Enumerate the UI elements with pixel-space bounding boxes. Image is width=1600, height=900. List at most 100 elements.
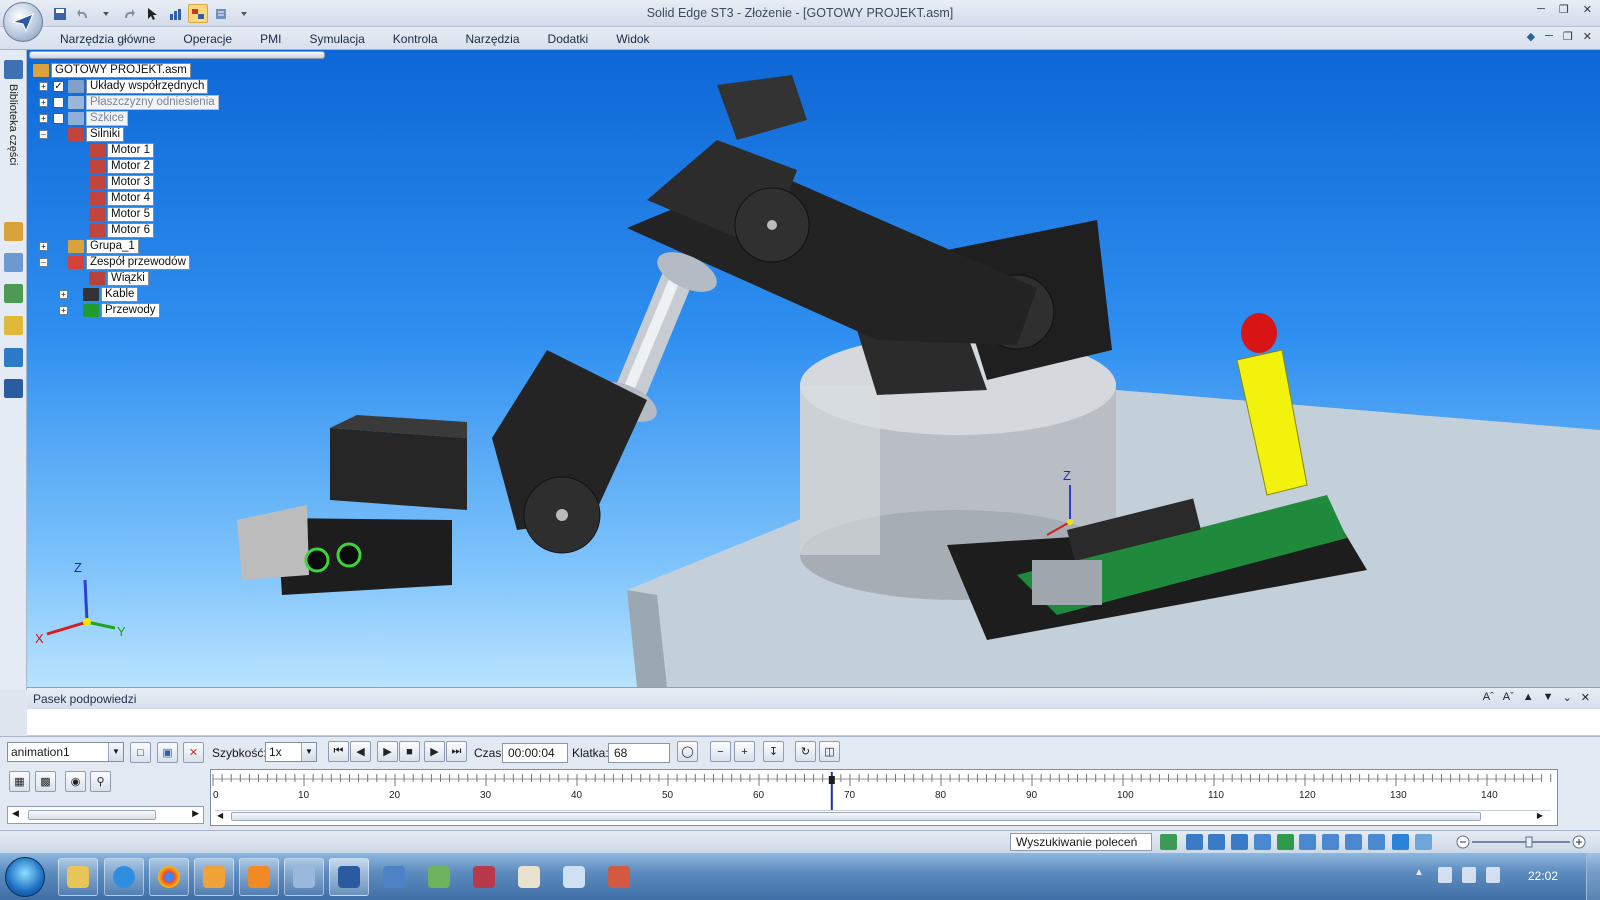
media-task[interactable]	[239, 858, 279, 896]
expand-toggle[interactable]: +	[39, 242, 48, 251]
current-frame-handle[interactable]	[828, 776, 835, 784]
tree-item-kable[interactable]: + Kable	[59, 287, 139, 302]
tree-item-plaszczyzny[interactable]: + Płaszczyzny odniesienia	[39, 95, 219, 110]
new-animation-button[interactable]: □	[130, 742, 151, 763]
sensors-icon[interactable]	[4, 284, 23, 303]
find-button[interactable]: ⚲	[90, 771, 111, 792]
step-forward-button[interactable]: ▶	[424, 741, 445, 762]
refresh-icon[interactable]	[1160, 834, 1177, 850]
parts-library-tab[interactable]: Biblioteka części	[4, 84, 22, 234]
animation-timeline[interactable]: 0 10 20 30 40 50 60 70 80 90 100 110 120 130 140 ◀ ▶	[210, 769, 1558, 826]
doc-restore-icon[interactable]: ❐	[1563, 30, 1573, 43]
collapse-toggle[interactable]: –	[39, 258, 48, 267]
tree-item-wiazki[interactable]: Wiązki	[89, 271, 149, 286]
network-icon[interactable]	[1462, 867, 1476, 883]
animation-tree-scrollbar[interactable]: ◀ ▶	[7, 806, 204, 824]
tab-pmi[interactable]: PMI	[246, 31, 295, 49]
app-task-7[interactable]	[599, 858, 639, 896]
solid-edge-task[interactable]	[329, 858, 369, 896]
display-style-icon[interactable]	[1415, 834, 1432, 850]
tree-item-silniki[interactable]: – Silniki	[39, 127, 125, 142]
doc-close-icon[interactable]: ✕	[1583, 30, 1592, 43]
tree-item-zespol-przewodow[interactable]: – Zespół przewodów	[39, 255, 190, 270]
animation-settings-button[interactable]: ▩	[35, 771, 56, 792]
expand-toggle[interactable]: +	[39, 98, 48, 107]
view-orientation-icon[interactable]	[1368, 834, 1385, 850]
pathfinder-resize-handle[interactable]	[29, 51, 325, 59]
camera-button[interactable]: ◉	[65, 771, 86, 792]
shaded-view-icon[interactable]	[1392, 834, 1409, 850]
mail-task[interactable]	[194, 858, 234, 896]
pan-icon[interactable]	[1254, 834, 1271, 850]
delete-animation-button[interactable]: ✕	[183, 742, 204, 763]
volume-icon[interactable]	[1486, 867, 1500, 883]
visibility-checkbox[interactable]: ✓	[53, 81, 64, 92]
scroll-right-icon[interactable]: ▶	[1537, 811, 1543, 820]
collapse-toggle[interactable]: –	[39, 130, 48, 139]
stop-button[interactable]: ■	[399, 741, 420, 762]
zoom-area-icon[interactable]	[1186, 834, 1203, 850]
zoom-slider[interactable]	[1456, 835, 1586, 849]
tab-widok[interactable]: Widok	[602, 31, 663, 49]
tree-item-motor-1[interactable]: Motor 1	[89, 143, 154, 158]
clock[interactable]: 22:02	[1528, 869, 1558, 883]
tab-kontrola[interactable]: Kontrola	[379, 31, 452, 49]
scroll-up-icon[interactable]: ▲	[1523, 691, 1534, 704]
close-icon[interactable]: ✕	[1583, 3, 1592, 16]
animation-select[interactable]: animation1 ▼	[7, 742, 124, 762]
zoom-in-timeline-button[interactable]: +	[734, 741, 755, 762]
step-back-button[interactable]: ◀	[350, 741, 371, 762]
frame-field[interactable]: 68	[608, 743, 670, 763]
rewind-to-start-button[interactable]: ⏮	[328, 741, 349, 762]
parts-library-icon[interactable]	[4, 60, 23, 79]
tab-dodatki[interactable]: Dodatki	[534, 31, 603, 49]
app-task-6[interactable]	[554, 858, 594, 896]
look-at-icon[interactable]	[1322, 834, 1339, 850]
app-task-2[interactable]	[374, 858, 414, 896]
doc-minimize-icon[interactable]: ─	[1545, 30, 1553, 43]
visibility-checkbox[interactable]	[53, 113, 64, 124]
named-views-icon[interactable]	[1345, 834, 1362, 850]
scroll-left-icon[interactable]: ◀	[217, 811, 223, 820]
speed-select[interactable]: 1x ▼	[265, 742, 317, 762]
loop-button[interactable]: ↻	[795, 741, 816, 762]
expand-toggle[interactable]: +	[39, 114, 48, 123]
scroll-left-icon[interactable]: ◀	[12, 808, 19, 819]
rotate-icon[interactable]	[1277, 834, 1294, 850]
minimize-icon[interactable]: ─	[1537, 3, 1545, 16]
start-button[interactable]	[5, 857, 45, 897]
keyframe-button[interactable]: ◯	[677, 741, 698, 762]
show-desktop-button[interactable]	[1586, 853, 1600, 900]
tab-narzedzia[interactable]: Narzędzia	[452, 31, 534, 49]
expand-toggle[interactable]: +	[39, 82, 48, 91]
tray-expand-icon[interactable]: ▲	[1414, 867, 1428, 883]
app-task-1[interactable]	[284, 858, 324, 896]
tab-narzedzia-glowne[interactable]: Narzędzia główne	[46, 31, 169, 49]
font-increase-icon[interactable]: Aˆ	[1483, 691, 1494, 704]
fit-icon[interactable]	[1231, 834, 1248, 850]
play-button[interactable]: ▶	[377, 741, 398, 762]
timeline-scrollbar[interactable]: ◀ ▶	[215, 810, 1551, 822]
zoom-icon[interactable]	[1208, 834, 1225, 850]
font-decrease-icon[interactable]: Aˇ	[1503, 691, 1514, 704]
app-task-3[interactable]	[419, 858, 459, 896]
fit-timeline-button[interactable]: ↧	[763, 741, 784, 762]
pin-icon[interactable]: ⌄	[1563, 691, 1572, 704]
tree-item-szkice[interactable]: + Szkice	[39, 111, 128, 126]
tree-item-motor-2[interactable]: Motor 2	[89, 159, 154, 174]
app-task-5[interactable]	[509, 858, 549, 896]
chrome-task[interactable]	[149, 858, 189, 896]
display-icon[interactable]	[4, 348, 23, 367]
command-search-input[interactable]: Wyszukiwanie poleceń	[1010, 833, 1152, 851]
split-view-button[interactable]: ◫	[819, 741, 840, 762]
application-button[interactable]	[3, 2, 43, 42]
scroll-down-icon[interactable]: ▼	[1543, 691, 1554, 704]
select-tools-icon[interactable]	[4, 316, 23, 335]
hint-close-icon[interactable]: ✕	[1581, 691, 1590, 704]
settings-gear-icon[interactable]	[4, 379, 23, 398]
forward-to-end-button[interactable]: ⏭	[446, 741, 467, 762]
expand-toggle[interactable]: +	[59, 290, 68, 299]
tree-item-grupa-1[interactable]: + Grupa_1	[39, 239, 139, 254]
scroll-thumb[interactable]	[28, 810, 156, 820]
restore-icon[interactable]: ❐	[1559, 3, 1569, 16]
